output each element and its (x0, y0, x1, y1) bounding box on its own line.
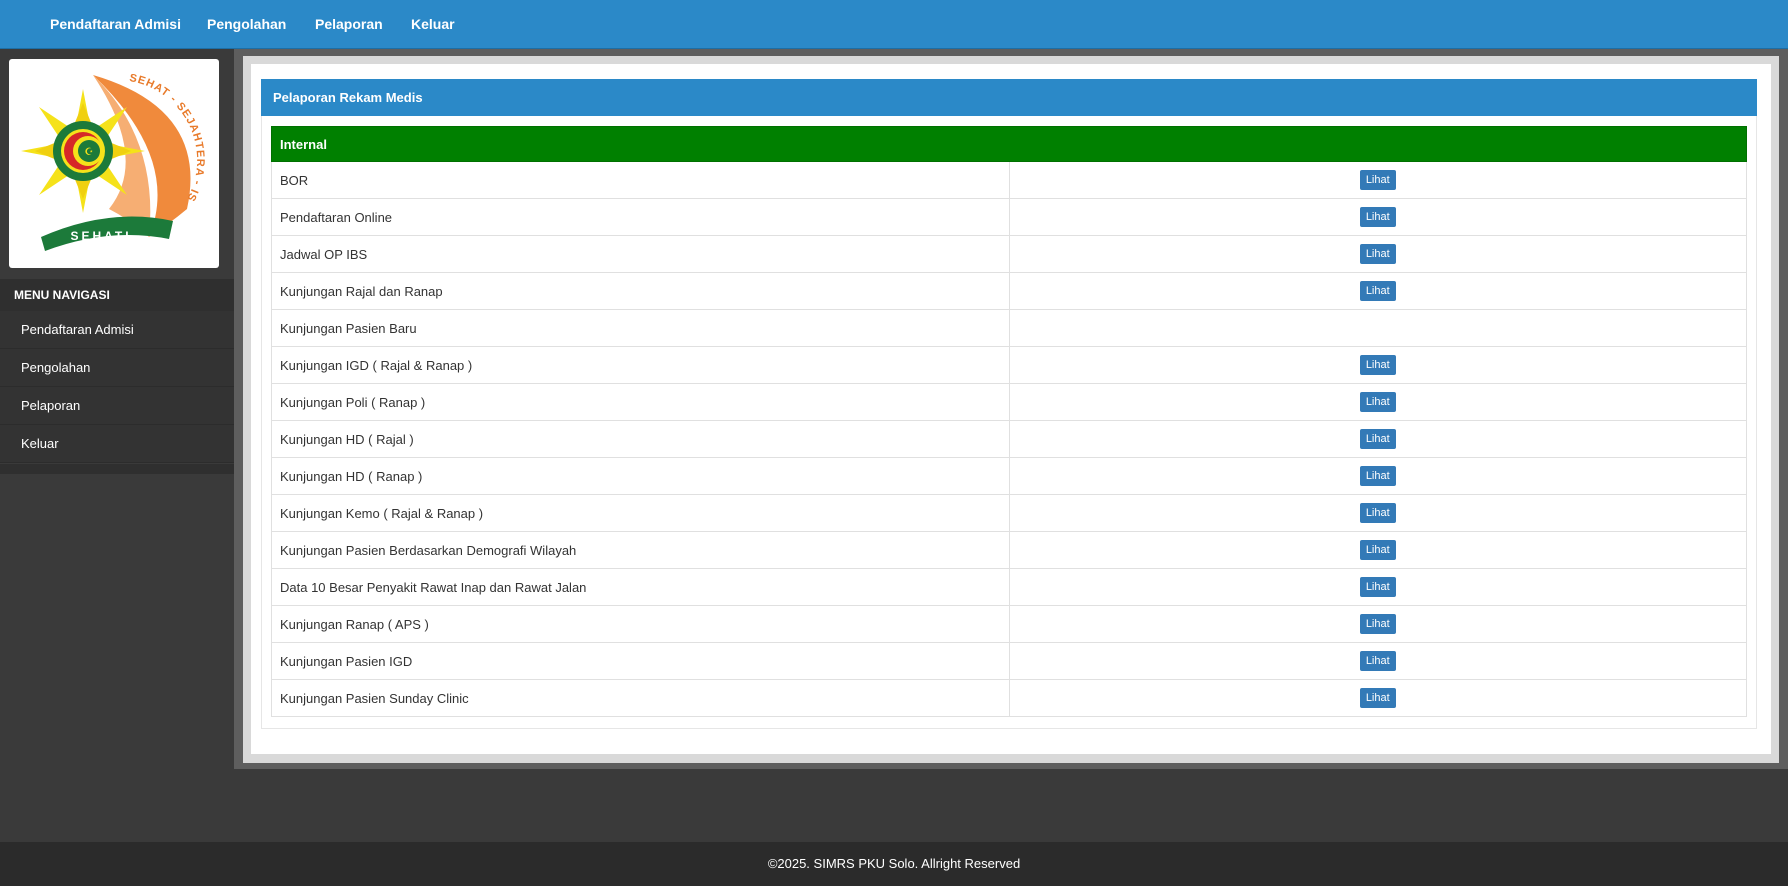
report-action-cell: Lihat (1008, 679, 1747, 717)
lihat-button[interactable]: Lihat (1359, 207, 1396, 227)
lihat-button[interactable]: Lihat (1359, 540, 1396, 560)
table-row: Kunjungan Kemo ( Rajal & Ranap ) Lihat (271, 494, 1747, 532)
hospital-logo: SEHAT - SEJAHTERA - ISLAMI ☪ SEHATI (4, 50, 205, 251)
sidebar-divider (0, 464, 234, 474)
report-label: Kunjungan HD ( Ranap ) (271, 457, 1010, 495)
report-action-cell: Lihat (1008, 494, 1747, 532)
table-row: Jadwal OP IBS Lihat (271, 235, 1747, 273)
report-action-cell (1008, 309, 1747, 347)
table-row: Kunjungan Pasien Berdasarkan Demografi W… (271, 531, 1747, 569)
lihat-button[interactable]: Lihat (1359, 466, 1396, 486)
sidebar-item-pengolahan[interactable]: Pengolahan (0, 349, 234, 387)
report-label: Data 10 Besar Penyakit Rawat Inap dan Ra… (271, 568, 1010, 606)
content-card: Pelaporan Rekam Medis Internal BOR Lihat P… (251, 64, 1771, 754)
sidebar-item-pendaftaran-admisi[interactable]: Pendaftaran Admisi (0, 311, 234, 349)
lihat-button[interactable]: Lihat (1359, 503, 1396, 523)
report-table: Internal BOR Lihat Pendaftaran Online Lihat… (271, 126, 1747, 717)
report-label: Kunjungan IGD ( Rajal & Ranap ) (271, 346, 1010, 384)
lihat-button[interactable]: Lihat (1359, 355, 1396, 375)
sun-emblem: ☪ (21, 89, 145, 213)
table-row: Kunjungan HD ( Rajal ) Lihat (271, 420, 1747, 458)
table-row: Kunjungan Pasien Baru (271, 309, 1747, 347)
topnav-keluar[interactable]: Keluar (411, 0, 455, 48)
report-action-cell: Lihat (1008, 272, 1747, 310)
sidebar: SEHAT - SEJAHTERA - ISLAMI ☪ SEHATI MENU… (0, 49, 234, 842)
menu-navigasi-header: MENU NAVIGASI (0, 279, 234, 311)
report-action-cell: Lihat (1008, 346, 1747, 384)
topnav-pengolahan[interactable]: Pengolahan (207, 0, 286, 48)
report-action-cell: Lihat (1008, 642, 1747, 680)
lihat-button[interactable]: Lihat (1359, 392, 1396, 412)
top-navbar: Pendaftaran Admisi Pengolahan Pelaporan … (0, 0, 1788, 49)
report-label: Kunjungan Kemo ( Rajal & Ranap ) (271, 494, 1010, 532)
lihat-button[interactable]: Lihat (1359, 614, 1396, 634)
report-label: Kunjungan HD ( Rajal ) (271, 420, 1010, 458)
lihat-button[interactable]: Lihat (1359, 170, 1396, 190)
table-row: Data 10 Besar Penyakit Rawat Inap dan Ra… (271, 568, 1747, 606)
table-row: Pendaftaran Online Lihat (271, 198, 1747, 236)
report-action-cell: Lihat (1008, 457, 1747, 495)
lihat-button[interactable]: Lihat (1359, 429, 1396, 449)
report-label: Pendaftaran Online (271, 198, 1010, 236)
sidebar-item-keluar[interactable]: Keluar (0, 425, 234, 463)
report-action-cell: Lihat (1008, 531, 1747, 569)
main-content: Pelaporan Rekam Medis Internal BOR Lihat P… (234, 49, 1788, 769)
table-row: Kunjungan Ranap ( APS ) Lihat (271, 605, 1747, 643)
table-row: BOR Lihat (271, 161, 1747, 199)
topnav-pendaftaran-admisi[interactable]: Pendaftaran Admisi (50, 0, 181, 48)
lihat-button[interactable]: Lihat (1359, 688, 1396, 708)
report-label: Kunjungan Pasien Sunday Clinic (271, 679, 1010, 717)
table-header-internal: Internal (271, 126, 1747, 162)
report-action-cell: Lihat (1008, 161, 1747, 199)
table-row: Kunjungan Poli ( Ranap ) Lihat (271, 383, 1747, 421)
report-label: Kunjungan Ranap ( APS ) (271, 605, 1010, 643)
ribbon-text: SEHATI (70, 229, 131, 243)
panel-title: Pelaporan Rekam Medis (261, 79, 1757, 116)
report-label: Kunjungan Pasien Berdasarkan Demografi W… (271, 531, 1010, 569)
lihat-button[interactable]: Lihat (1359, 577, 1396, 597)
lihat-button[interactable]: Lihat (1359, 281, 1396, 301)
footer: ©2025. SIMRS PKU Solo. Allright Reserved (0, 842, 1788, 886)
table-row: Kunjungan Pasien IGD Lihat (271, 642, 1747, 680)
report-action-cell: Lihat (1008, 235, 1747, 273)
table-row: Kunjungan IGD ( Rajal & Ranap ) Lihat (271, 346, 1747, 384)
report-label: BOR (271, 161, 1010, 199)
report-label: Kunjungan Rajal dan Ranap (271, 272, 1010, 310)
lihat-button[interactable]: Lihat (1359, 244, 1396, 264)
report-action-cell: Lihat (1008, 568, 1747, 606)
table-row: Kunjungan Rajal dan Ranap Lihat (271, 272, 1747, 310)
table-row: Kunjungan HD ( Ranap ) Lihat (271, 457, 1747, 495)
report-label: Kunjungan Pasien Baru (271, 309, 1010, 347)
content-frame: Pelaporan Rekam Medis Internal BOR Lihat P… (243, 56, 1779, 763)
report-label: Jadwal OP IBS (271, 235, 1010, 273)
report-table-wrapper: Internal BOR Lihat Pendaftaran Online Lihat… (271, 126, 1747, 717)
report-label: Kunjungan Poli ( Ranap ) (271, 383, 1010, 421)
panel-body: Internal BOR Lihat Pendaftaran Online Lihat… (261, 116, 1757, 729)
report-label: Kunjungan Pasien IGD (271, 642, 1010, 680)
svg-text:☪: ☪ (85, 147, 94, 158)
table-row: Kunjungan Pasien Sunday Clinic Lihat (271, 679, 1747, 717)
report-action-cell: Lihat (1008, 420, 1747, 458)
report-action-cell: Lihat (1008, 383, 1747, 421)
topnav-pelaporan[interactable]: Pelaporan (315, 0, 383, 48)
logo-container: SEHAT - SEJAHTERA - ISLAMI ☪ SEHATI (4, 50, 219, 268)
sidebar-item-pelaporan[interactable]: Pelaporan (0, 387, 234, 425)
report-action-cell: Lihat (1008, 605, 1747, 643)
report-action-cell: Lihat (1008, 198, 1747, 236)
lihat-button[interactable]: Lihat (1359, 651, 1396, 671)
